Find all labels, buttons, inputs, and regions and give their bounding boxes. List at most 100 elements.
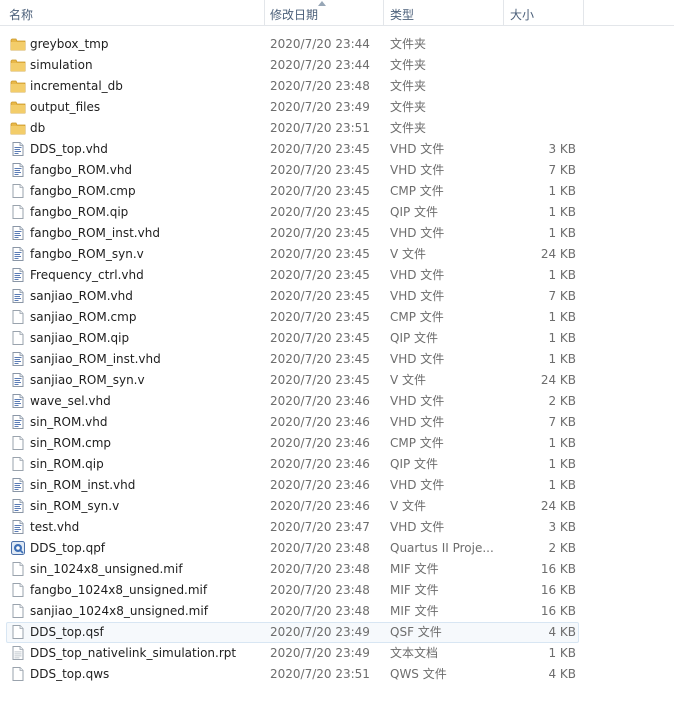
file-date: 2020/7/20 23:46 [270,478,370,492]
file-row-selected[interactable]: DDS_top.qsf 2020/7/20 23:49 QSF 文件 4 KB [0,622,674,643]
file-size: 2 KB [548,394,576,408]
column-header-bar: 名称 修改日期 类型 大小 [0,0,674,26]
file-row[interactable]: sanjiao_ROM.qip 2020/7/20 23:45 QIP 文件 1 KB [0,328,674,349]
file-name: DDS_top.qpf [30,541,106,555]
blank-file-icon [10,561,26,577]
file-type: VHD 文件 [390,163,445,177]
file-row[interactable]: incremental_db 2020/7/20 23:48 文件夹 [0,76,674,97]
file-size: 1 KB [548,205,576,219]
file-name: fangbo_ROM.vhd [30,163,133,177]
file-date: 2020/7/20 23:46 [270,415,370,429]
blank-file-icon [10,666,26,682]
file-type: CMP 文件 [390,436,444,450]
file-type: VHD 文件 [390,520,445,534]
file-row[interactable]: sanjiao_1024x8_unsigned.mif 2020/7/20 23:… [0,601,674,622]
code-file-icon [10,141,26,157]
file-row[interactable]: fangbo_ROM.qip 2020/7/20 23:45 QIP 文件 1 KB [0,202,674,223]
folder-icon [10,78,26,94]
file-row[interactable]: sin_ROM_inst.vhd 2020/7/20 23:46 VHD 文件 1 K… [0,475,674,496]
file-size: 16 KB [540,583,576,597]
file-name: sin_ROM.vhd [30,415,108,429]
file-date: 2020/7/20 23:48 [270,79,370,93]
file-row[interactable]: sanjiao_ROM_inst.vhd 2020/7/20 23:45 VHD 文… [0,349,674,370]
file-type: VHD 文件 [390,352,445,366]
text-file-icon [10,645,26,661]
file-row[interactable]: sin_1024x8_unsigned.mif 2020/7/20 23:48 MI… [0,559,674,580]
column-divider[interactable] [383,0,384,25]
file-row[interactable]: fangbo_ROM.vhd 2020/7/20 23:45 VHD 文件 7 KB [0,160,674,181]
file-date: 2020/7/20 23:46 [270,499,370,513]
file-row[interactable]: DDS_top_nativelink_simulation.rpt 2020/7/… [0,643,674,664]
column-header-type[interactable]: 类型 [390,0,414,25]
file-type: VHD 文件 [390,289,445,303]
file-row[interactable]: fangbo_ROM_inst.vhd 2020/7/20 23:45 VHD 文件… [0,223,674,244]
blank-file-icon [10,204,26,220]
file-date: 2020/7/20 23:45 [270,289,370,303]
file-row[interactable]: fangbo_ROM.cmp 2020/7/20 23:45 CMP 文件 1 KB [0,181,674,202]
file-name: sin_ROM.cmp [30,436,112,450]
file-type: MIF 文件 [390,562,439,576]
file-row[interactable]: DDS_top.vhd 2020/7/20 23:45 VHD 文件 3 KB [0,139,674,160]
file-type: QIP 文件 [390,457,439,471]
file-type: QWS 文件 [390,667,447,681]
column-header-name[interactable]: 名称 [9,0,33,25]
file-name: sin_ROM_inst.vhd [30,478,136,492]
file-date: 2020/7/20 23:51 [270,667,370,681]
file-date: 2020/7/20 23:51 [270,121,370,135]
file-name: DDS_top.qws [30,667,110,681]
file-type: V 文件 [390,247,427,261]
file-name: sanjiao_ROM_syn.v [30,373,145,387]
file-size: 1 KB [548,310,576,324]
file-row[interactable]: sanjiao_ROM_syn.v 2020/7/20 23:45 V 文件 24 K… [0,370,674,391]
file-row[interactable]: fangbo_1024x8_unsigned.mif 2020/7/20 23:4… [0,580,674,601]
code-file-icon [10,351,26,367]
column-header-size[interactable]: 大小 [510,0,534,25]
file-date: 2020/7/20 23:45 [270,352,370,366]
file-date: 2020/7/20 23:45 [270,205,370,219]
file-row[interactable]: db 2020/7/20 23:51 文件夹 [0,118,674,139]
column-divider[interactable] [503,0,504,25]
blank-file-icon [10,330,26,346]
file-date: 2020/7/20 23:48 [270,604,370,618]
column-divider[interactable] [264,0,265,25]
file-size: 1 KB [548,268,576,282]
file-row[interactable]: DDS_top.qws 2020/7/20 23:51 QWS 文件 4 KB [0,664,674,685]
file-size: 3 KB [548,520,576,534]
file-row[interactable]: sin_ROM_syn.v 2020/7/20 23:46 V 文件 24 KB [0,496,674,517]
file-name: DDS_top.qsf [30,625,104,639]
file-date: 2020/7/20 23:45 [270,373,370,387]
file-type: 文件夹 [390,121,427,135]
file-row[interactable]: Frequency_ctrl.vhd 2020/7/20 23:45 VHD 文件 1… [0,265,674,286]
file-row[interactable]: sanjiao_ROM.cmp 2020/7/20 23:45 CMP 文件 1 KB [0,307,674,328]
file-size: 7 KB [548,415,576,429]
file-row[interactable]: fangbo_ROM_syn.v 2020/7/20 23:45 V 文件 24 KB [0,244,674,265]
file-size: 1 KB [548,478,576,492]
file-row[interactable]: output_files 2020/7/20 23:49 文件夹 [0,97,674,118]
code-file-icon [10,414,26,430]
column-header-date[interactable]: 修改日期 [270,0,318,25]
file-row[interactable]: sin_ROM.qip 2020/7/20 23:46 QIP 文件 1 KB [0,454,674,475]
file-type: QIP 文件 [390,205,439,219]
code-file-icon [10,519,26,535]
file-size: 1 KB [548,352,576,366]
file-name: DDS_top_nativelink_simulation.rpt [30,646,237,660]
file-row[interactable]: DDS_top.qpf 2020/7/20 23:48 Quartus II Pro… [0,538,674,559]
blank-file-icon [10,624,26,640]
file-size: 1 KB [548,646,576,660]
column-divider[interactable] [583,0,584,25]
code-file-icon [10,393,26,409]
file-row[interactable]: greybox_tmp 2020/7/20 23:44 文件夹 [0,34,674,55]
file-row[interactable]: test.vhd 2020/7/20 23:47 VHD 文件 3 KB [0,517,674,538]
file-type: VHD 文件 [390,415,445,429]
file-row[interactable]: sin_ROM.vhd 2020/7/20 23:46 VHD 文件 7 KB [0,412,674,433]
file-row[interactable]: wave_sel.vhd 2020/7/20 23:46 VHD 文件 2 KB [0,391,674,412]
file-row[interactable]: simulation 2020/7/20 23:44 文件夹 [0,55,674,76]
file-type: VHD 文件 [390,268,445,282]
file-name: fangbo_ROM.cmp [30,184,136,198]
file-type: CMP 文件 [390,310,444,324]
file-row[interactable]: sin_ROM.cmp 2020/7/20 23:46 CMP 文件 1 KB [0,433,674,454]
file-row[interactable]: sanjiao_ROM.vhd 2020/7/20 23:45 VHD 文件 7 KB [0,286,674,307]
file-name: Frequency_ctrl.vhd [30,268,144,282]
file-date: 2020/7/20 23:49 [270,100,370,114]
file-date: 2020/7/20 23:48 [270,583,370,597]
